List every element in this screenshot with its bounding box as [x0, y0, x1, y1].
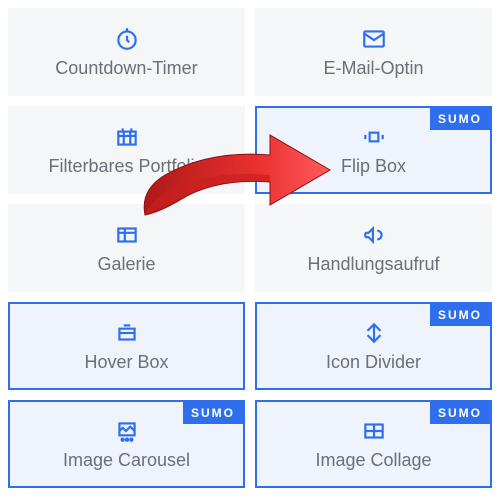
card-icon-divider[interactable]: SUMO Icon Divider — [255, 302, 492, 390]
sumo-badge: SUMO — [430, 402, 490, 424]
carousel-icon — [114, 418, 140, 444]
card-filterable-portfolio[interactable]: Filterbares Portfolio — [8, 106, 245, 194]
divider-icon — [361, 320, 387, 346]
card-label: Icon Divider — [326, 352, 421, 373]
card-label: Handlungsaufruf — [307, 254, 439, 275]
gallery-icon — [114, 222, 140, 248]
flip-icon — [361, 124, 387, 150]
grid-icon — [114, 124, 140, 150]
mail-icon — [361, 26, 387, 52]
card-countdown-timer[interactable]: Countdown-Timer — [8, 8, 245, 96]
card-label: E-Mail-Optin — [323, 58, 423, 79]
card-flip-box[interactable]: SUMO Flip Box — [255, 106, 492, 194]
hover-icon — [114, 320, 140, 346]
module-grid: Countdown-Timer E-Mail-Optin Filterbares… — [8, 8, 492, 488]
card-label: Filterbares Portfolio — [48, 156, 204, 177]
card-gallery[interactable]: Galerie — [8, 204, 245, 292]
card-label: Image Collage — [315, 450, 431, 471]
card-label: Countdown-Timer — [55, 58, 197, 79]
card-call-to-action[interactable]: Handlungsaufruf — [255, 204, 492, 292]
clock-icon — [114, 26, 140, 52]
card-label: Image Carousel — [63, 450, 190, 471]
card-email-optin[interactable]: E-Mail-Optin — [255, 8, 492, 96]
sumo-badge: SUMO — [430, 304, 490, 326]
card-image-collage[interactable]: SUMO Image Collage — [255, 400, 492, 488]
card-image-carousel[interactable]: SUMO Image Carousel — [8, 400, 245, 488]
card-hover-box[interactable]: Hover Box — [8, 302, 245, 390]
collage-icon — [361, 418, 387, 444]
megaphone-icon — [361, 222, 387, 248]
card-label: Galerie — [97, 254, 155, 275]
card-label: Flip Box — [341, 156, 406, 177]
sumo-badge: SUMO — [183, 402, 243, 424]
card-label: Hover Box — [84, 352, 168, 373]
sumo-badge: SUMO — [430, 108, 490, 130]
